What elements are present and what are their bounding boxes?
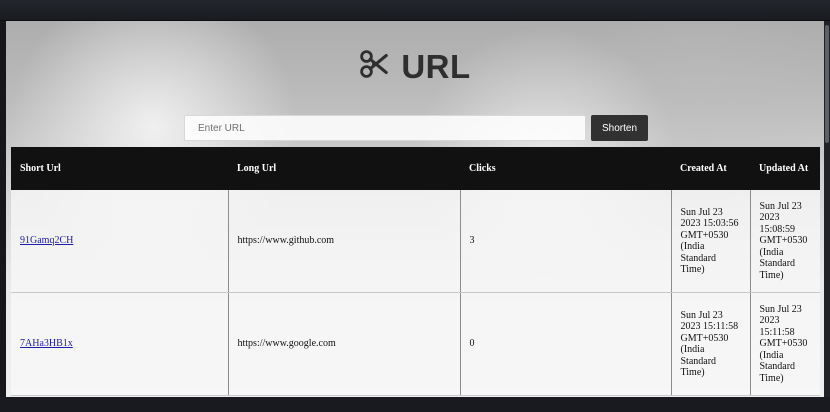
page-title-text: URL [401, 48, 471, 85]
vertical-scrollbar[interactable] [824, 21, 830, 397]
scrollbar-thumb[interactable] [825, 25, 829, 143]
clicks-cell: 0 [459, 292, 671, 396]
url-shortener-page: URL Shorten Short Url Long Url Clicks Cr… [6, 21, 824, 397]
short-url-cell: 91Gamq2CH [11, 190, 228, 293]
created-at-cell: Sun Jul 23 2023 15:11:58 GMT+0530 (India… [670, 292, 750, 396]
created-at-column-header: Created At [671, 147, 750, 190]
browser-top-bar [0, 0, 830, 21]
updated-at-column-header: Updated At [750, 147, 820, 190]
updated-at-cell: Sun Jul 23 2023 15:08:59 GMT+0530 (India… [749, 190, 820, 293]
long-url-cell: https://www.github.com [227, 190, 460, 293]
table-header-row: Short Url Long Url Clicks Created At Upd… [11, 147, 820, 190]
short-url-column-header: Short Url [11, 147, 228, 190]
url-input[interactable] [184, 115, 586, 141]
browser-window: URL Shorten Short Url Long Url Clicks Cr… [0, 0, 830, 412]
table-row: 91Gamq2CH https://www.github.com 3 Sun J… [11, 190, 820, 293]
created-at-cell: Sun Jul 23 2023 15:03:56 GMT+0530 (India… [670, 190, 750, 293]
long-url-column-header: Long Url [228, 147, 460, 190]
table-row: 7AHa3HB1x https://www.google.com 0 Sun J… [11, 292, 820, 396]
shorten-button[interactable]: Shorten [591, 115, 648, 141]
clicks-cell: 3 [459, 190, 671, 293]
clicks-column-header: Clicks [460, 147, 671, 190]
short-url-link[interactable]: 91Gamq2CH [20, 235, 73, 246]
page-title: URL [6, 48, 824, 86]
short-url-link[interactable]: 7AHa3HB1x [20, 338, 73, 349]
scissors-icon [360, 50, 389, 78]
updated-at-cell: Sun Jul 23 2023 15:11:58 GMT+0530 (India… [749, 292, 820, 396]
long-url-cell: https://www.google.com [227, 292, 460, 396]
short-url-table: Short Url Long Url Clicks Created At Upd… [11, 147, 820, 396]
short-url-cell: 7AHa3HB1x [11, 292, 228, 396]
shorten-form: Shorten [184, 115, 648, 141]
browser-bottom-bar [0, 397, 830, 412]
